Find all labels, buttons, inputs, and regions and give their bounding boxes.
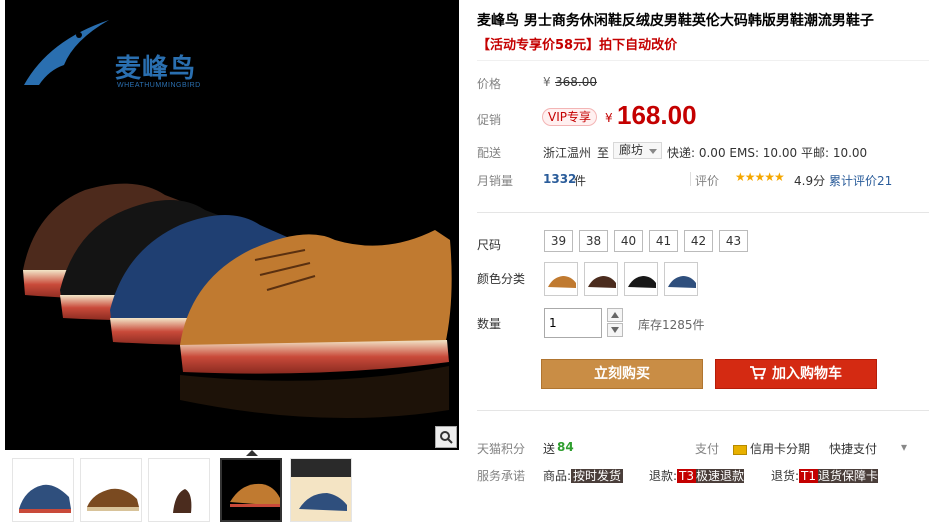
refund-level-badge: T3: [677, 469, 697, 483]
city-value: 廊坊: [619, 143, 644, 157]
price-label: 价格: [477, 77, 502, 91]
size-option[interactable]: 42: [684, 230, 713, 252]
thumbnail-2[interactable]: [80, 458, 142, 522]
promo-label: 促销: [477, 113, 502, 127]
cart-icon: [750, 366, 767, 380]
vip-tag: VIP专享: [542, 108, 597, 126]
size-options: 39 38 40 41 42 43: [544, 230, 748, 252]
chevron-down-icon: [649, 149, 658, 154]
payment-label: 支付: [695, 442, 720, 456]
promo-text: 【活动专享价58元】拍下自动改价: [477, 38, 678, 53]
color-options: [544, 262, 698, 296]
monthly-sales-unit: 件: [574, 174, 587, 188]
zoom-icon[interactable]: [435, 426, 457, 448]
add-to-cart-label: 加入购物车: [772, 366, 842, 382]
promo-currency: ¥: [605, 111, 613, 125]
points-value: 84: [557, 440, 574, 454]
delivery-to-word: 至: [597, 146, 610, 160]
return-guarantee-badge: 退货保障卡: [818, 469, 879, 483]
color-option-brown[interactable]: [584, 262, 618, 296]
color-option-tan[interactable]: [544, 262, 578, 296]
fast-refund-badge: 极速退款: [696, 469, 745, 483]
stock-text: 库存1285件: [638, 318, 705, 332]
currency-symbol: ¥: [543, 75, 551, 89]
thumbnail-pointer: [246, 450, 258, 456]
size-label: 尺码: [477, 238, 502, 252]
divider: [477, 212, 929, 213]
buy-now-button[interactable]: 立刻购买: [541, 359, 703, 389]
rating-label: 评价: [695, 174, 720, 188]
points-label: 天猫积分: [477, 442, 526, 456]
delivery-label: 配送: [477, 146, 502, 160]
promo-price: 168.00: [617, 100, 697, 130]
divider: [477, 60, 929, 61]
delivery-origin: 浙江温州: [543, 146, 592, 160]
quantity-label: 数量: [477, 317, 502, 331]
size-option[interactable]: 40: [614, 230, 643, 252]
total-reviews-link[interactable]: 累计评价21: [829, 172, 892, 189]
size-option[interactable]: 43: [719, 230, 748, 252]
rating-stars: ★★★★★: [735, 170, 785, 184]
divider: [690, 172, 691, 186]
return-prefix: 退货:: [771, 469, 800, 483]
quantity-decrease-button[interactable]: [607, 323, 623, 337]
divider: [477, 410, 929, 411]
size-option[interactable]: 41: [649, 230, 678, 252]
rating-score: 4.9分: [794, 174, 826, 188]
original-price: 368.00: [555, 75, 597, 89]
service-promise-label: 服务承诺: [477, 469, 526, 483]
city-select[interactable]: 廊坊: [613, 142, 663, 159]
delivery-fees: 快递: 0.00 EMS: 10.00 平邮: 10.00: [667, 146, 868, 160]
thumbnail-5[interactable]: [290, 458, 352, 522]
monthly-sales-count: 1332: [543, 172, 577, 186]
service-refund: 退款: T3 极速退款: [649, 467, 745, 484]
thumbnail-3[interactable]: [148, 458, 210, 522]
credit-card-icon: [733, 444, 747, 455]
add-to-cart-button[interactable]: 加入购物车: [715, 359, 877, 389]
color-option-black[interactable]: [624, 262, 658, 296]
refund-prefix: 退款:: [649, 469, 678, 483]
color-option-blue[interactable]: [664, 262, 698, 296]
color-label: 颜色分类: [477, 272, 526, 286]
quantity-input[interactable]: [544, 308, 602, 338]
credit-installment-label: 信用卡分期: [750, 442, 811, 456]
monthly-sales-label: 月销量: [477, 174, 514, 188]
brand-subtitle: WHEATHUMMINGBIRD: [117, 82, 201, 89]
service-goods: 商品: 按时发货: [543, 467, 624, 484]
credit-installment[interactable]: 信用卡分期: [733, 440, 810, 457]
quick-pay[interactable]: 快捷支付: [829, 440, 877, 457]
brand-name: 麦峰鸟: [115, 54, 197, 84]
size-option[interactable]: 39: [544, 230, 573, 252]
thumbnail-1[interactable]: [12, 458, 74, 522]
service-return: 退货: T1 退货保障卡: [771, 467, 879, 484]
quantity-increase-button[interactable]: [607, 308, 623, 322]
brand-logo: 麦峰鸟 WHEATHUMMINGBIRD: [19, 10, 209, 90]
points-prefix: 送: [543, 442, 556, 456]
main-product-image[interactable]: 麦峰鸟 WHEATHUMMINGBIRD: [5, 0, 459, 450]
goods-prefix: 商品:: [543, 469, 572, 483]
size-option[interactable]: 38: [579, 230, 608, 252]
thumbnail-4-selected[interactable]: [220, 458, 282, 522]
bird-logo-icon: [24, 20, 109, 85]
chevron-down-icon[interactable]: ▾: [901, 440, 907, 454]
product-title: 麦峰鸟 男士商务休闲鞋反绒皮男鞋英伦大码韩版男鞋潮流男鞋子: [477, 13, 874, 29]
on-time-delivery-badge: 按时发货: [571, 469, 624, 483]
return-level-badge: T1: [799, 469, 819, 483]
